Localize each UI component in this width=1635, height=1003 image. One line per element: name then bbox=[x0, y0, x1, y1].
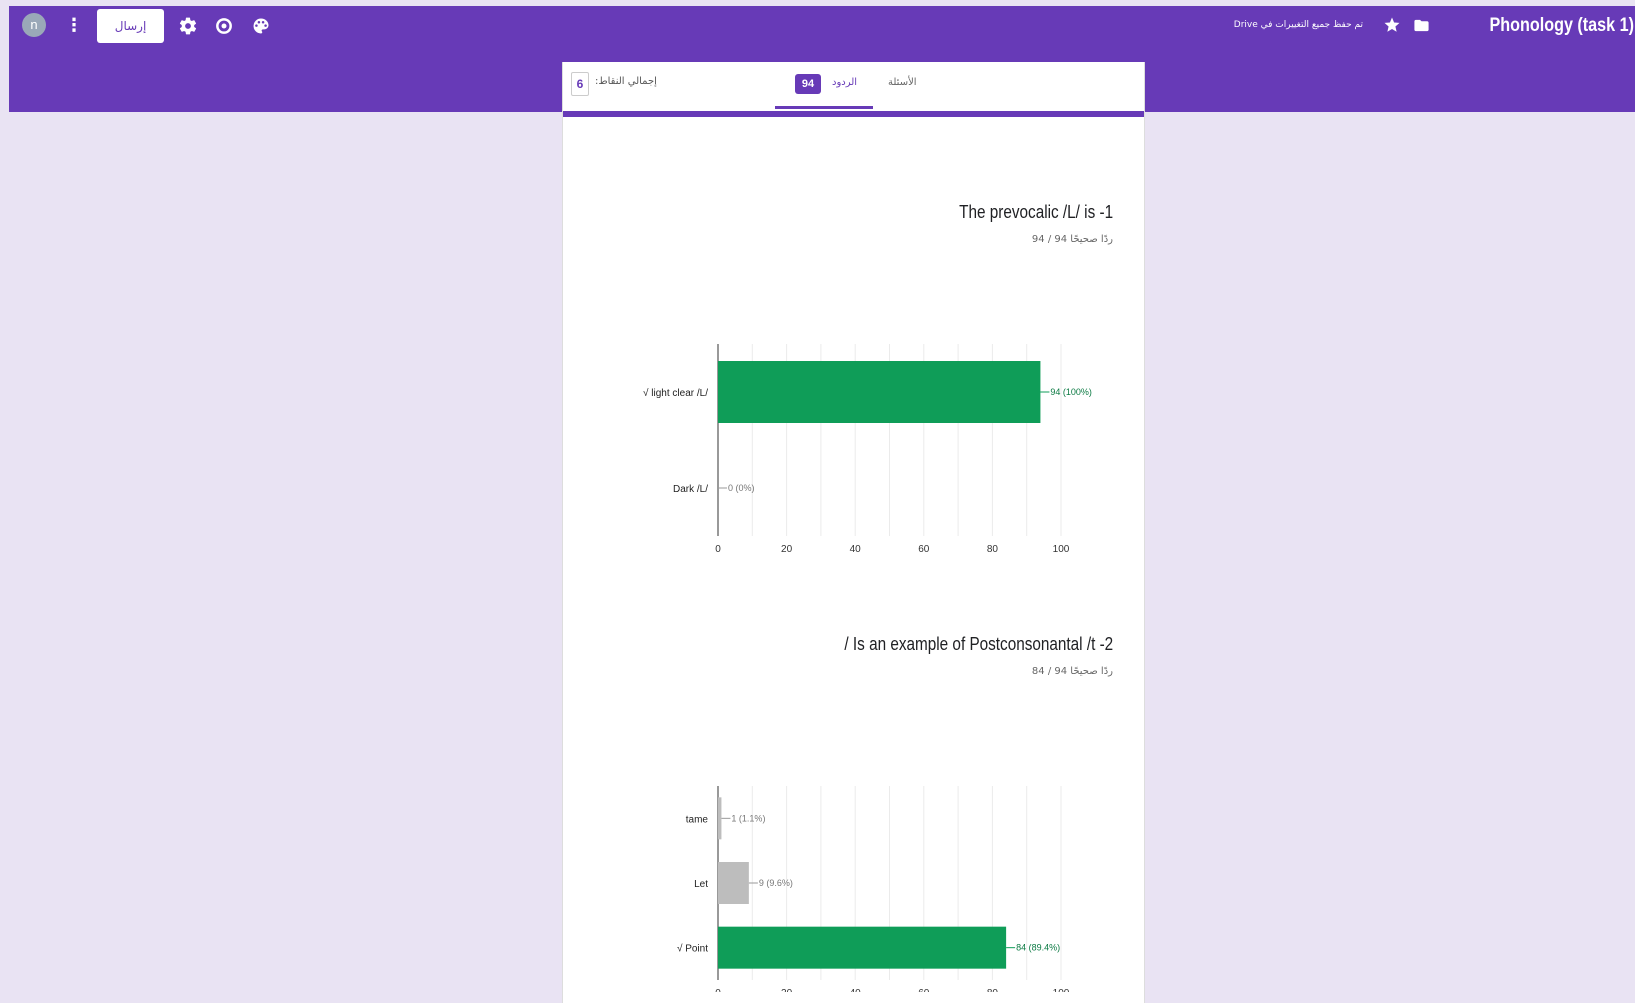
x-tick-label: 20 bbox=[781, 544, 793, 552]
x-tick-label: 80 bbox=[987, 988, 999, 992]
category-label: √ light clear /L/ bbox=[643, 387, 708, 399]
bar[interactable] bbox=[718, 926, 1007, 969]
question-1-title: The prevocalic /L/ is -1 bbox=[959, 202, 1113, 222]
question-2-chart: 0 20 40 60 80 100 tame 1 (1.1%) Let 9 (9.6%) √ Poi… bbox=[563, 702, 1146, 992]
x-tick-label: 60 bbox=[918, 544, 930, 552]
value-label: 0 (0%) bbox=[728, 483, 755, 493]
total-points-label: إجمالي النقاط: bbox=[595, 76, 657, 87]
tabs-row: 6 إجمالي النقاط: 94 الردود الأسئلة bbox=[563, 62, 1144, 116]
total-points-value: 6 bbox=[571, 72, 589, 96]
avatar[interactable]: n bbox=[22, 13, 46, 37]
category-label: √ Point bbox=[677, 943, 708, 955]
form-title[interactable]: Phonology (task 1) bbox=[1490, 13, 1634, 39]
question-1-chart: 0 20 40 60 80 100 √ light clear /L/94 (100%) Da… bbox=[563, 272, 1146, 552]
saved-status: تم حفظ جميع التغييرات في Drive bbox=[1233, 20, 1363, 30]
bar-chart-svg: 0 20 40 60 80 100 tame 1 (1.1%) Let 9 (9.6%) √ Poi… bbox=[677, 786, 1070, 992]
question-2-score: 84 / 94 ردًا صحيحًا bbox=[1031, 666, 1113, 677]
value-label: 1 (1.1%) bbox=[731, 813, 765, 823]
x-tick-label: 80 bbox=[987, 544, 999, 552]
folder-icon[interactable] bbox=[1413, 17, 1430, 34]
bar[interactable] bbox=[718, 361, 1041, 423]
forms-responses-page: n ⋮ إرسال تم حفظ جميع التغييرات في Drive… bbox=[0, 0, 1635, 1003]
star-icon[interactable] bbox=[1383, 16, 1401, 34]
tabs-underline-bar bbox=[563, 111, 1144, 117]
x-tick-label: 100 bbox=[1053, 988, 1070, 992]
value-label: 9 (9.6%) bbox=[759, 878, 793, 888]
category-label: Dark /L/ bbox=[673, 484, 708, 495]
more-vert-icon[interactable]: ⋮ bbox=[64, 14, 84, 36]
x-tick-label: 40 bbox=[850, 544, 862, 552]
x-tick-label: 20 bbox=[781, 988, 793, 992]
preview-icon[interactable] bbox=[214, 16, 234, 36]
value-label: 84 (89.4%) bbox=[1016, 943, 1060, 953]
question-2-title: / Is an example of Postconsonantal /t -2 bbox=[844, 634, 1113, 654]
tab-questions[interactable]: الأسئلة bbox=[888, 77, 917, 88]
responses-card: 6 إجمالي النقاط: 94 الردود الأسئلة The p… bbox=[562, 62, 1145, 1003]
category-label: Let bbox=[694, 879, 708, 890]
bar[interactable] bbox=[718, 862, 749, 904]
x-tick-label: 0 bbox=[715, 544, 721, 552]
send-button[interactable]: إرسال bbox=[97, 9, 164, 43]
bar-chart-svg: 0 20 40 60 80 100 √ light clear /L/94 (100%) Da… bbox=[643, 344, 1092, 552]
x-tick-label: 60 bbox=[918, 988, 930, 992]
x-tick-label: 100 bbox=[1053, 544, 1070, 552]
palette-icon[interactable] bbox=[251, 16, 271, 36]
responses-count-badge: 94 bbox=[795, 74, 821, 94]
x-tick-label: 0 bbox=[715, 988, 721, 992]
tab-responses[interactable]: 94 الردود bbox=[775, 62, 873, 109]
settings-icon[interactable] bbox=[178, 16, 198, 36]
category-label: tame bbox=[686, 814, 709, 825]
question-1-score: 94 / 94 ردًا صحيحًا bbox=[1031, 234, 1113, 245]
value-label: 94 (100%) bbox=[1050, 387, 1092, 397]
x-tick-label: 40 bbox=[850, 988, 862, 992]
tab-responses-label: الردود bbox=[832, 77, 858, 88]
bar[interactable] bbox=[718, 797, 722, 840]
